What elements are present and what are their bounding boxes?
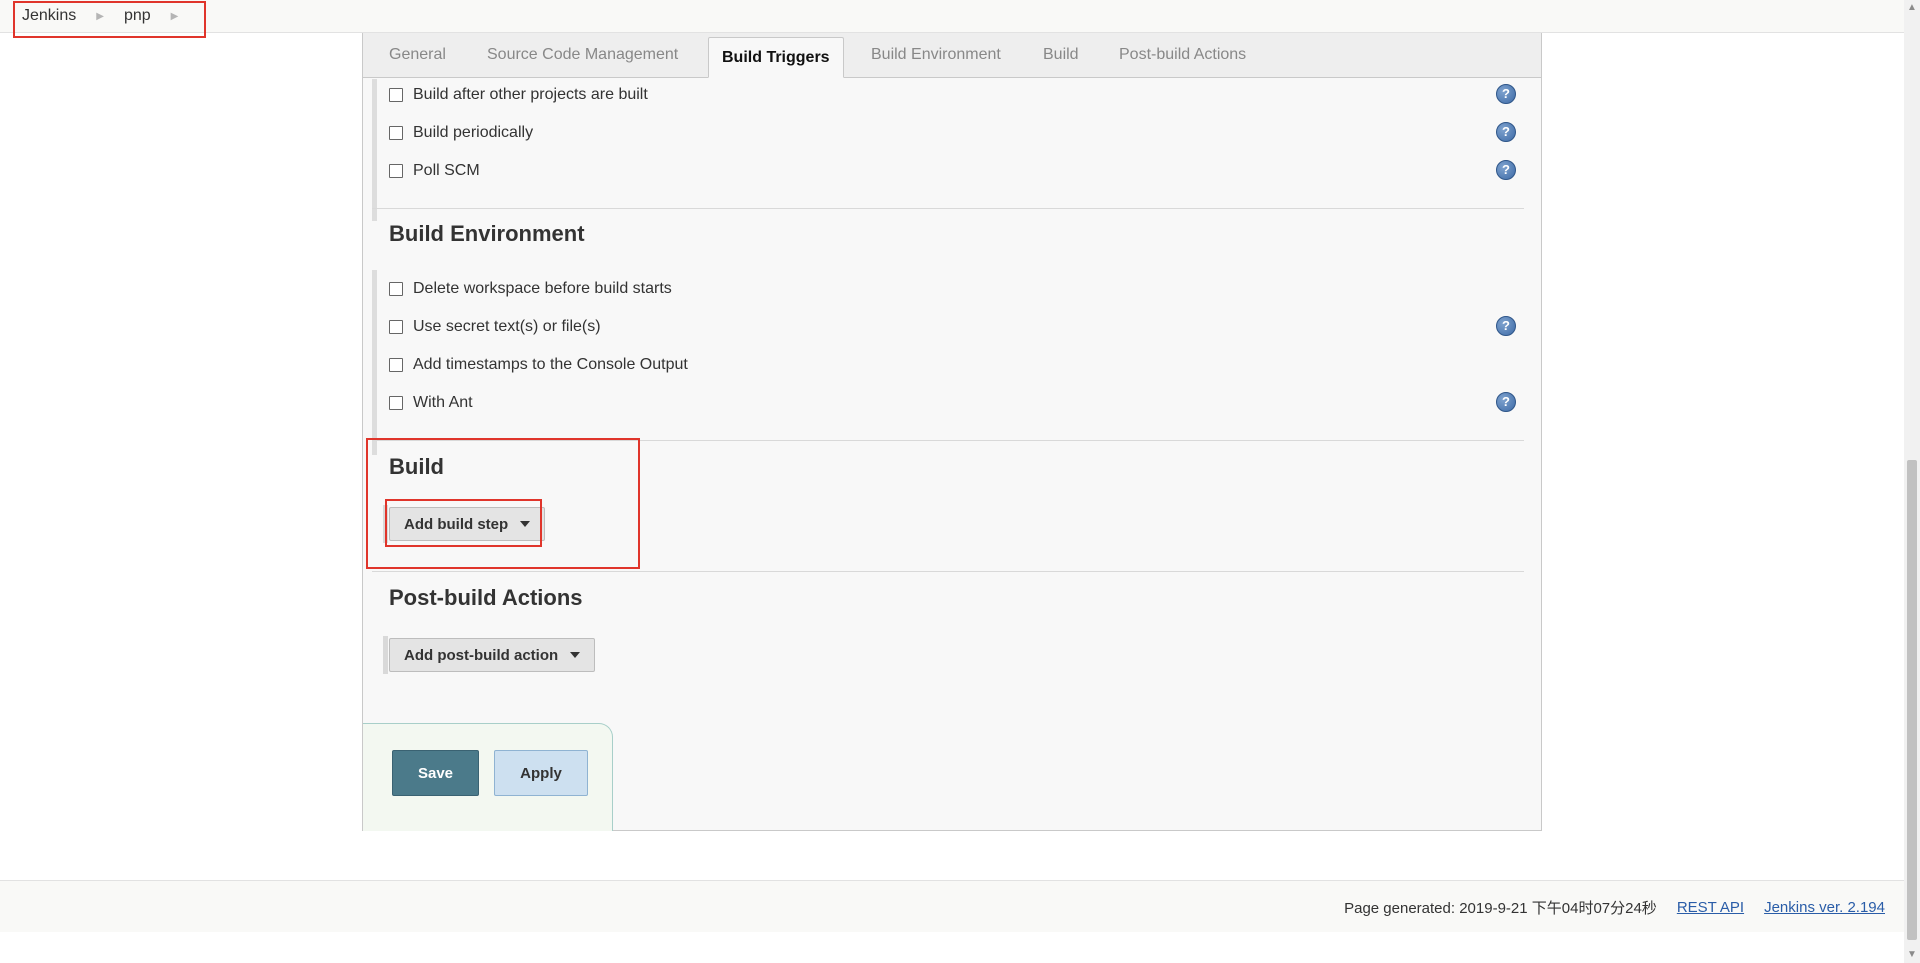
tab-build-triggers[interactable]: Build Triggers bbox=[708, 37, 844, 78]
build-environment-section-bar bbox=[372, 270, 377, 455]
checkbox[interactable] bbox=[389, 282, 403, 296]
option-label: Use secret text(s) or file(s) bbox=[413, 318, 601, 335]
add-build-step-button[interactable]: Add build step bbox=[389, 507, 546, 541]
scroll-up-arrow-icon[interactable]: ▲ bbox=[1904, 0, 1920, 16]
breadcrumb-item-jenkins[interactable]: Jenkins bbox=[22, 7, 76, 25]
breadcrumb-arrow-icon[interactable]: ▶ bbox=[171, 11, 179, 22]
section-divider bbox=[372, 208, 1524, 209]
breadcrumb-bar: Jenkins ▶ pnp ▶ bbox=[0, 0, 1904, 33]
scroll-down-arrow-icon[interactable]: ▼ bbox=[1904, 947, 1920, 963]
add-post-build-action-button[interactable]: Add post-build action bbox=[389, 638, 596, 672]
tab-post-build-actions[interactable]: Post-build Actions bbox=[1119, 33, 1246, 77]
help-icon[interactable]: ? bbox=[1496, 160, 1516, 180]
checkbox[interactable] bbox=[389, 164, 403, 178]
option-use-secret-text[interactable]: Use secret text(s) or file(s) bbox=[389, 315, 601, 339]
page-generated-text: Page generated: 2019-9-21 下午04时07分24秒 bbox=[1344, 899, 1657, 917]
tab-general[interactable]: General bbox=[389, 33, 446, 77]
tab-build[interactable]: Build bbox=[1043, 33, 1079, 77]
button-left-bar bbox=[383, 636, 388, 674]
option-label: Delete workspace before build starts bbox=[413, 280, 672, 297]
section-divider bbox=[372, 571, 1524, 572]
section-title-build: Build bbox=[389, 454, 444, 479]
tab-source-code-management[interactable]: Source Code Management bbox=[487, 33, 678, 77]
option-label: With Ant bbox=[413, 394, 473, 411]
footer: Page generated: 2019-9-21 下午04时07分24秒 RE… bbox=[0, 880, 1904, 932]
button-left-bar bbox=[383, 505, 388, 543]
rest-api-link[interactable]: REST API bbox=[1677, 899, 1744, 916]
button-label: Add build step bbox=[404, 515, 509, 533]
tab-bar: General Source Code Management Build Tri… bbox=[363, 33, 1541, 78]
checkbox[interactable] bbox=[389, 320, 403, 334]
option-label: Build periodically bbox=[413, 124, 534, 141]
checkbox[interactable] bbox=[389, 88, 403, 102]
footer-content: Page generated: 2019-9-21 下午04时07分24秒 RE… bbox=[1344, 881, 1885, 933]
help-icon[interactable]: ? bbox=[1496, 84, 1516, 104]
config-panel: General Source Code Management Build Tri… bbox=[362, 33, 1542, 831]
vertical-scrollbar[interactable]: ▲ ▼ bbox=[1904, 0, 1920, 963]
apply-button[interactable]: Apply bbox=[494, 750, 588, 796]
caret-down-icon bbox=[520, 521, 531, 527]
option-label: Build after other projects are built bbox=[413, 86, 648, 103]
save-button[interactable]: Save bbox=[392, 750, 479, 796]
checkbox[interactable] bbox=[389, 358, 403, 372]
section-title-build-environment: Build Environment bbox=[389, 221, 585, 246]
build-triggers-section-bar bbox=[372, 79, 377, 221]
breadcrumb-item-pnp[interactable]: pnp bbox=[124, 7, 151, 25]
breadcrumb: Jenkins ▶ pnp ▶ bbox=[22, 0, 198, 32]
section-divider bbox=[372, 440, 1524, 441]
option-poll-scm[interactable]: Poll SCM bbox=[389, 159, 480, 183]
option-delete-workspace[interactable]: Delete workspace before build starts bbox=[389, 277, 672, 301]
checkbox[interactable] bbox=[389, 396, 403, 410]
section-title-post-build-actions: Post-build Actions bbox=[389, 585, 583, 610]
option-label: Add timestamps to the Console Output bbox=[413, 356, 688, 373]
help-icon[interactable]: ? bbox=[1496, 392, 1516, 412]
option-build-periodically[interactable]: Build periodically bbox=[389, 121, 533, 145]
help-icon[interactable]: ? bbox=[1496, 316, 1516, 336]
option-label: Poll SCM bbox=[413, 162, 480, 179]
option-add-timestamps[interactable]: Add timestamps to the Console Output bbox=[389, 353, 688, 377]
tab-build-environment[interactable]: Build Environment bbox=[871, 33, 1001, 77]
scrollbar-thumb[interactable] bbox=[1907, 460, 1917, 940]
button-label: Add post-build action bbox=[404, 646, 559, 664]
option-with-ant[interactable]: With Ant bbox=[389, 391, 473, 415]
jenkins-version-link[interactable]: Jenkins ver. 2.194 bbox=[1764, 899, 1885, 916]
save-apply-bar: Save Apply bbox=[363, 723, 613, 831]
checkbox[interactable] bbox=[389, 126, 403, 140]
breadcrumb-arrow-icon[interactable]: ▶ bbox=[96, 11, 104, 22]
option-build-after-other-projects[interactable]: Build after other projects are built bbox=[389, 83, 648, 107]
caret-down-icon bbox=[570, 652, 581, 658]
help-icon[interactable]: ? bbox=[1496, 122, 1516, 142]
